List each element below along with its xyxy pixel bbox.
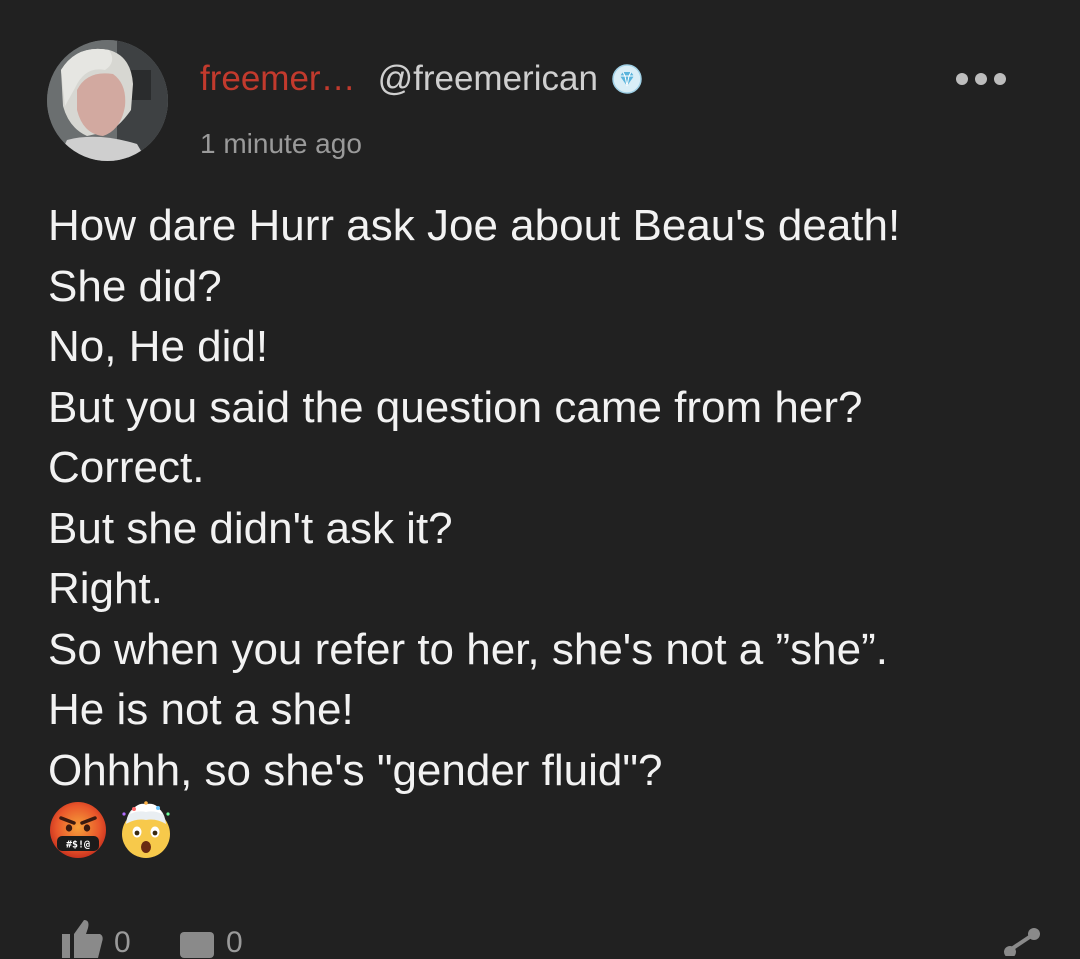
comment-button[interactable]: 0 (178, 918, 243, 958)
post-body: How dare Hurr ask Joe about Beau's death… (48, 196, 1058, 801)
comments-count: 0 (226, 926, 243, 959)
post-header: freemer… @freemerican (200, 56, 642, 102)
menu-dot (956, 73, 968, 85)
exploding-head-emoji (122, 801, 170, 858)
emoji-row: #$!@ (48, 800, 176, 860)
post-actions: 0 0 (60, 918, 1050, 958)
body-line: He is not a she! (48, 685, 354, 734)
avatar[interactable] (47, 40, 168, 161)
post-card: freemer… @freemerican 1 minute ago How d… (0, 0, 1080, 958)
like-button[interactable]: 0 (60, 918, 131, 958)
thumbs-up-icon (62, 920, 103, 958)
body-line: How dare Hurr ask Joe about Beau's death… (48, 201, 901, 250)
share-button[interactable] (1002, 926, 1042, 956)
menu-dot (975, 73, 987, 85)
face-with-symbols-on-mouth-emoji: #$!@ (50, 802, 106, 858)
svg-text:#$!@: #$!@ (66, 840, 90, 851)
author-handle[interactable]: @freemerican (378, 59, 598, 99)
body-line: But she didn't ask it? (48, 503, 453, 553)
body-line: Right. (48, 564, 163, 613)
body-line: So when you refer to her, she's not a ”s… (48, 624, 888, 674)
likes-count: 0 (114, 926, 131, 959)
share-icon (1004, 928, 1040, 956)
body-line: But you said the question came from her? (48, 382, 863, 432)
comment-icon (180, 932, 214, 958)
body-line: She did? (48, 261, 222, 311)
body-line: Correct. (48, 443, 205, 492)
more-dots-icon[interactable] (956, 66, 1006, 92)
author-display-name[interactable]: freemer… (200, 59, 356, 99)
post-timestamp: 1 minute ago (200, 128, 362, 159)
body-line: Ohhhh, so she's "gender fluid"? (48, 745, 663, 795)
body-line: No, He did! (48, 322, 269, 371)
diamond-verified-icon (612, 64, 642, 94)
menu-dot (994, 73, 1006, 85)
